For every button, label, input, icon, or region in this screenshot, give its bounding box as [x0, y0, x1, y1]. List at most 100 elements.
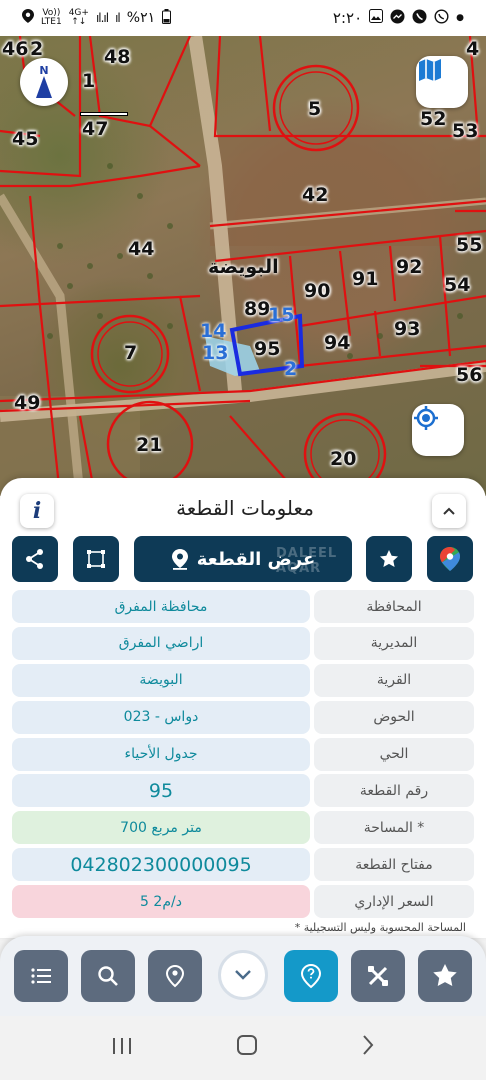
collapse-button[interactable]	[432, 494, 466, 528]
parcel-label-current[interactable]: 95	[254, 338, 280, 360]
directorate-value: اراضي المفرق	[12, 626, 310, 660]
parcel-label[interactable]: 55	[456, 234, 482, 256]
north-arrow-icon	[36, 76, 52, 98]
parcel-label[interactable]: 1	[82, 70, 95, 92]
location-pin-icon	[171, 549, 188, 570]
network-indicator: 4G+ ↑↓	[68, 8, 89, 27]
parcel-label[interactable]: 21	[136, 434, 162, 456]
detail-row-neighborhood: جدول الأحياء الحي	[12, 737, 474, 771]
expand-toggle-button[interactable]	[218, 950, 268, 1000]
parcel-label-selected[interactable]: 15	[268, 304, 294, 326]
gallery-icon	[369, 9, 384, 27]
search-button[interactable]	[81, 950, 135, 1002]
my-location-button[interactable]	[412, 404, 464, 456]
sheet-title: معلومات القطعة	[176, 496, 314, 520]
favorites-button[interactable]	[418, 950, 472, 1002]
parcel-label[interactable]: 93	[394, 318, 420, 340]
detail-row-area: 700 متر مربع المساحة *	[12, 811, 474, 845]
parcel-label-selected[interactable]: 13	[202, 342, 228, 364]
recent-apps-button[interactable]	[111, 1034, 133, 1062]
time-text: ٢:٢٠	[332, 9, 363, 27]
parcel-label[interactable]: 52	[420, 108, 446, 130]
parcel-label[interactable]: 54	[444, 274, 470, 296]
google-maps-button[interactable]	[427, 536, 473, 582]
parcel-label[interactable]: 56	[456, 364, 482, 386]
favorite-button[interactable]	[366, 536, 412, 582]
map-layers-button[interactable]	[416, 56, 468, 108]
info-button[interactable]: i	[20, 494, 54, 528]
parcel-label[interactable]: 45	[12, 128, 38, 150]
chevron-down-icon	[235, 970, 251, 980]
directorate-key: المديرية	[314, 626, 474, 660]
parcel-label[interactable]: 20	[330, 448, 356, 470]
sheet-header: i معلومات القطعة	[0, 486, 486, 536]
messenger-icon	[390, 9, 405, 28]
show-parcel-button[interactable]: DALEEL AQAR عرض القطعة	[134, 536, 352, 582]
bottom-toolbar	[0, 936, 486, 1016]
star-icon	[380, 550, 398, 567]
parcel-label-selected[interactable]: 14	[200, 320, 226, 342]
parcel-label[interactable]: 91	[352, 268, 378, 290]
area-value: 700 متر مربع	[12, 811, 310, 845]
parcel-details-table: محافظة المفرق المحافظة اراضي المفرق المد…	[12, 590, 474, 922]
signal-bars-icon: ıl.ıl	[95, 11, 109, 25]
parcel-label[interactable]: 2	[30, 38, 43, 60]
detail-row-parcel-key: 042802300000095 مفتاح القطعة	[12, 848, 474, 882]
detail-row-basin: دواس - 023 الحوض	[12, 700, 474, 734]
draw-polygon-button[interactable]	[73, 536, 119, 582]
parcel-label[interactable]: 89	[244, 298, 270, 320]
parcel-key-value[interactable]: 042802300000095	[12, 848, 310, 882]
parcel-info-sheet: i معلومات القطعة DALEEL AQAR عرض القطعة …	[0, 478, 486, 938]
chevron-right-icon	[362, 1035, 373, 1055]
detail-row-directorate: اراضي المفرق المديرية	[12, 626, 474, 660]
signal-bars-2-icon: ıl	[115, 11, 121, 25]
share-icon	[26, 549, 43, 569]
action-bar: DALEEL AQAR عرض القطعة	[0, 536, 486, 584]
basin-value: دواس - 023	[12, 700, 310, 734]
parcel-label[interactable]: 53	[452, 120, 478, 142]
compass-button[interactable]: N	[20, 58, 68, 106]
admin-price-value: 5 د/م2	[12, 885, 310, 919]
battery-percent: %٢١	[126, 10, 156, 26]
location-button[interactable]	[148, 950, 202, 1002]
parcel-number-value: 95	[12, 774, 310, 808]
home-button[interactable]	[236, 1034, 258, 1062]
parcel-label[interactable]: 44	[128, 238, 154, 260]
info-icon: i	[32, 498, 42, 524]
village-label: البويضة	[208, 256, 279, 278]
parcel-key-key: مفتاح القطعة	[314, 848, 474, 882]
parcel-query-button[interactable]	[284, 950, 338, 1002]
neighborhood-value: جدول الأحياء	[12, 737, 310, 771]
recent-apps-icon	[113, 1038, 132, 1054]
list-icon	[31, 968, 51, 984]
viber-icon	[412, 9, 427, 28]
parcel-label-selected[interactable]: 2	[284, 358, 297, 380]
parcel-label[interactable]: 42	[302, 184, 328, 206]
parcel-label[interactable]: 7	[124, 342, 137, 364]
share-button[interactable]	[12, 536, 58, 582]
satellite-map[interactable]: 46 2 48 1 47 45 5 52 53 4 42 44 55 91 92…	[0, 36, 486, 496]
parcel-label[interactable]: 5	[308, 98, 321, 120]
parcel-label[interactable]: 92	[396, 256, 422, 278]
parcel-label[interactable]: 48	[104, 46, 130, 68]
back-button[interactable]	[361, 1034, 375, 1062]
parcel-label[interactable]: 90	[304, 280, 330, 302]
android-navigation-bar	[0, 1016, 486, 1080]
parcel-label[interactable]: 94	[324, 332, 350, 354]
governorate-value: محافظة المفرق	[12, 590, 310, 623]
list-button[interactable]	[14, 950, 68, 1002]
parcel-label[interactable]: 46	[2, 38, 28, 60]
detail-row-admin-price: 5 د/م2 السعر الإداري	[12, 885, 474, 919]
map-icon	[419, 59, 441, 81]
governorate-key: المحافظة	[314, 590, 474, 623]
notification-dot-icon: ●	[456, 13, 464, 23]
detail-row-village: البويضة القرية	[12, 663, 474, 697]
parcel-label[interactable]: 47	[82, 118, 108, 140]
tools-button[interactable]	[351, 950, 405, 1002]
crosshair-icon	[414, 406, 438, 430]
parcel-label[interactable]: 49	[14, 392, 40, 414]
neighborhood-key: الحي	[314, 737, 474, 771]
home-icon	[236, 1035, 257, 1055]
whatsapp-icon	[434, 8, 449, 28]
parcel-label[interactable]: 4	[466, 38, 479, 60]
